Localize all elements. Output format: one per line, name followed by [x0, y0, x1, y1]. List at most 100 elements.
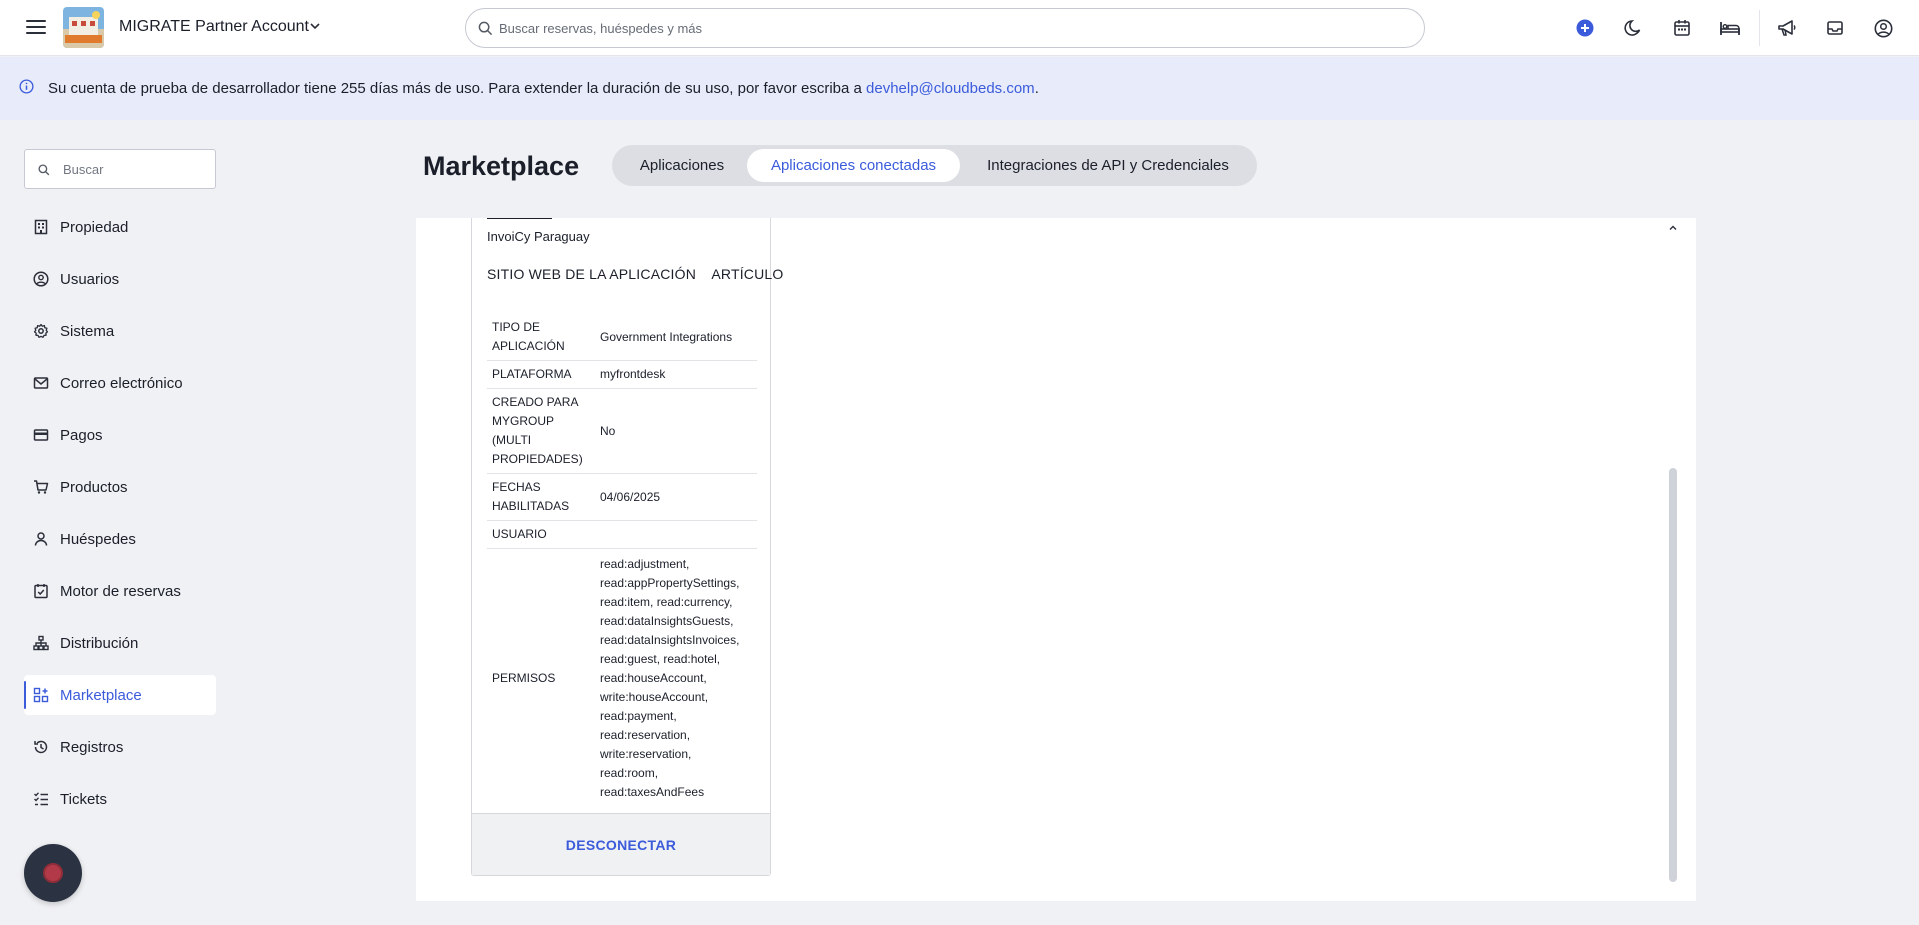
sidebar-item-label: Pagos: [60, 426, 103, 444]
cart-icon: [32, 478, 50, 496]
detail-value: [595, 520, 757, 549]
support-email-link[interactable]: devhelp@cloudbeds.com: [866, 80, 1035, 97]
marketplace-tabs: Aplicaciones Aplicaciones conectadas Int…: [612, 145, 1257, 186]
sitemap-icon: [32, 634, 50, 652]
topbar-divider: [1759, 10, 1760, 46]
chevron-down-icon[interactable]: [309, 19, 321, 37]
checklist-icon: [32, 790, 50, 808]
trial-banner: Su cuenta de prueba de desarrollador tie…: [0, 57, 1919, 120]
sidebar-search-input[interactable]: [63, 160, 203, 178]
chat-avatar-icon: [43, 863, 63, 883]
inbox-icon[interactable]: [1823, 16, 1847, 40]
sidebar-item-label: Sistema: [60, 322, 115, 340]
app-logo-divider: [487, 218, 552, 219]
calendar-check-icon: [32, 582, 50, 600]
gear-icon: [32, 322, 50, 340]
plus-circle-icon[interactable]: [1573, 16, 1597, 40]
detail-key: PLATAFORMA: [487, 360, 595, 389]
sidebar-item-label: Propiedad: [60, 218, 129, 236]
detail-value: No: [595, 388, 757, 474]
account-name[interactable]: MIGRATE Partner Account: [119, 18, 309, 36]
sidebar-item-label: Tickets: [60, 790, 107, 808]
chevron-up-icon[interactable]: [1668, 220, 1678, 230]
sidebar-item-label: Usuarios: [60, 270, 120, 288]
user-circle-icon: [32, 270, 50, 288]
top-bar: MIGRATE Partner Account: [0, 0, 1919, 56]
app-name: InvoiCy Paraguay: [487, 229, 590, 244]
app-website-link[interactable]: SITIO WEB DE LA APLICACIÓN: [487, 266, 696, 282]
sidebar-item-pagos[interactable]: Pagos: [24, 415, 216, 455]
global-search-input[interactable]: [499, 18, 1379, 38]
chat-widget-button[interactable]: [24, 844, 82, 902]
sidebar-item-label: Distribución: [60, 634, 139, 652]
menu-icon[interactable]: [26, 17, 46, 39]
sidebar-item-registros[interactable]: Registros: [24, 727, 216, 767]
envelope-icon: [32, 374, 50, 392]
user-circle-icon[interactable]: [1871, 16, 1895, 40]
sidebar-item-label: Huéspedes: [60, 530, 136, 548]
global-search[interactable]: [465, 8, 1425, 48]
sidebar-item-label: Productos: [60, 478, 128, 496]
panel-scrollbar[interactable]: [1668, 218, 1678, 901]
sidebar-item-tickets[interactable]: Tickets: [24, 779, 216, 819]
detail-key: USUARIO: [487, 520, 595, 549]
disconnect-button[interactable]: DESCONECTAR: [566, 837, 676, 853]
detail-value: myfrontdesk: [595, 360, 757, 389]
megaphone-icon[interactable]: [1775, 16, 1799, 40]
calendar-icon[interactable]: [1670, 16, 1694, 40]
connected-apps-panel: InvoiCy Paraguay SITIO WEB DE LA APLICAC…: [416, 218, 1696, 901]
tab-integraciones-api[interactable]: Integraciones de API y Credenciales: [964, 149, 1252, 182]
banner-suffix: .: [1034, 80, 1039, 97]
moon-icon[interactable]: [1621, 16, 1645, 40]
sidebar-item-correo[interactable]: Correo electrónico: [24, 363, 216, 403]
apps-plus-icon: [32, 686, 50, 704]
sidebar-item-label: Motor de reservas: [60, 582, 181, 600]
sidebar-search[interactable]: [24, 149, 216, 189]
table-row: CREADO PARA MYGROUP (MULTI PROPIEDADES) …: [487, 388, 757, 474]
detail-key: PERMISOS: [492, 671, 556, 685]
sidebar-item-label: Correo electrónico: [60, 374, 183, 392]
table-row: TIPO DE APLICACIÓN Government Integratio…: [487, 314, 757, 361]
sidebar-item-propiedad[interactable]: Propiedad: [24, 207, 216, 247]
detail-value: Government Integrations: [595, 314, 757, 361]
sidebar-item-huespedes[interactable]: Huéspedes: [24, 519, 216, 559]
detail-key: TIPO DE APLICACIÓN: [487, 314, 595, 361]
detail-key: FECHAS HABILITADAS: [487, 473, 595, 521]
connected-app-card: InvoiCy Paraguay SITIO WEB DE LA APLICAC…: [471, 218, 783, 876]
table-row: PERMISOS read:adjustment, read:appProper…: [487, 549, 757, 809]
info-icon: [19, 79, 34, 99]
app-article-link[interactable]: ARTÍCULO: [711, 266, 783, 282]
banner-message: Su cuenta de prueba de desarrollador tie…: [48, 80, 867, 97]
sidebar-item-sistema[interactable]: Sistema: [24, 311, 216, 351]
property-logo[interactable]: [63, 7, 104, 48]
sidebar-item-label: Registros: [60, 738, 124, 756]
sidebar-item-motor-reservas[interactable]: Motor de reservas: [24, 571, 216, 611]
detail-value: read:adjustment, read:appPropertySetting…: [600, 557, 740, 799]
app-details-table: TIPO DE APLICACIÓN Government Integratio…: [487, 314, 757, 808]
sidebar-nav: Propiedad Usuarios Sistema Correo electr…: [24, 207, 216, 831]
search-icon: [478, 21, 493, 36]
sidebar-item-label: Marketplace: [60, 686, 142, 704]
detail-value: 04/06/2025: [595, 473, 757, 521]
table-row: FECHAS HABILITADAS 04/06/2025: [487, 473, 757, 521]
page-title: Marketplace: [423, 151, 580, 181]
sidebar-item-marketplace[interactable]: Marketplace: [24, 675, 216, 715]
history-icon: [32, 738, 50, 756]
app-links: SITIO WEB DE LA APLICACIÓN ARTÍCULO: [487, 266, 796, 282]
sidebar-item-distribucion[interactable]: Distribución: [24, 623, 216, 663]
table-row: USUARIO: [487, 520, 757, 549]
tab-aplicaciones-conectadas[interactable]: Aplicaciones conectadas: [747, 149, 960, 182]
credit-card-icon: [32, 426, 50, 444]
banner-text: Su cuenta de prueba de desarrollador tie…: [48, 80, 1039, 97]
person-icon: [32, 530, 50, 548]
sidebar-item-productos[interactable]: Productos: [24, 467, 216, 507]
detail-key: CREADO PARA MYGROUP (MULTI PROPIEDADES): [487, 388, 595, 474]
bed-icon[interactable]: [1718, 16, 1742, 40]
search-icon: [38, 164, 50, 176]
building-icon: [32, 218, 50, 236]
card-footer: DESCONECTAR: [472, 813, 770, 875]
table-row: PLATAFORMA myfrontdesk: [487, 360, 757, 389]
scrollbar-thumb[interactable]: [1669, 468, 1677, 882]
sidebar-item-usuarios[interactable]: Usuarios: [24, 259, 216, 299]
tab-aplicaciones[interactable]: Aplicaciones: [617, 149, 747, 182]
